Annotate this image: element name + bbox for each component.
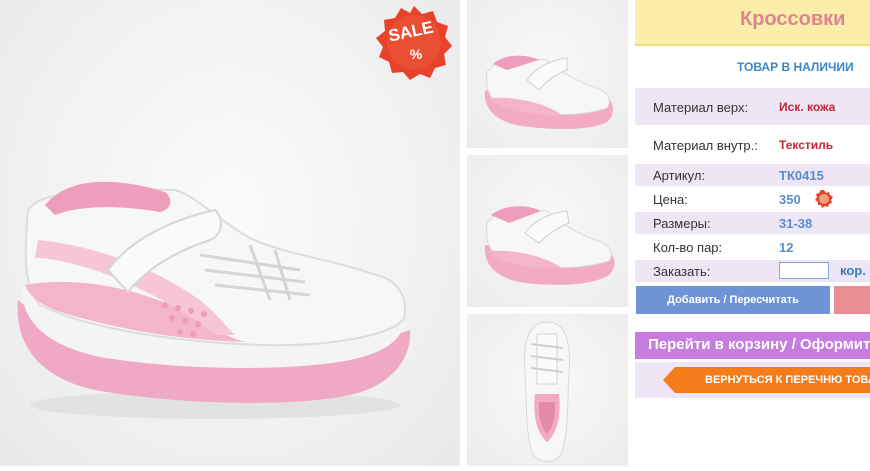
back-to-list-label: ВЕРНУТЬСЯ К ПЕРЕЧНЮ ТОВАРОВ: [705, 374, 870, 386]
param-row-article: Артикул: ТК0415: [635, 164, 870, 186]
order-quantity-input[interactable]: [779, 262, 829, 279]
param-label: Заказать:: [653, 264, 711, 279]
param-row-sizes: Размеры: 31-38: [635, 212, 870, 234]
product-title: Кроссовки: [740, 8, 846, 30]
checkout-button[interactable]: Перейти в корзину / Оформить: [635, 332, 870, 359]
secondary-button[interactable]: [834, 286, 870, 314]
param-label: Артикул:: [653, 168, 706, 183]
product-title-bar: Кроссовки: [635, 0, 870, 46]
param-row-price: Цена: 350: [635, 188, 870, 210]
thumbnail-3[interactable]: [467, 314, 628, 466]
param-value: 12: [779, 240, 794, 255]
sale-badge: SALE %: [376, 4, 452, 80]
thumbnail-image-angle: [484, 206, 615, 285]
thumbnail-1[interactable]: [467, 0, 628, 148]
checkout-label: Перейти в корзину / Оформить: [648, 336, 870, 353]
cart-link[interactable]: кор.: [840, 263, 866, 278]
param-value: 31-38: [779, 216, 813, 231]
thumbnail-image-top: [524, 321, 570, 462]
back-panel: ВЕРНУТЬСЯ К ПЕРЕЧНЮ ТОВАРОВ: [635, 362, 870, 398]
param-label: Кол-во пар:: [653, 240, 723, 255]
thumbnail-image-side: [484, 55, 614, 130]
param-label: Материал верх:: [653, 100, 749, 115]
param-value: ТК0415: [779, 168, 824, 183]
sale-percent-text: %: [410, 46, 423, 62]
add-recalculate-button[interactable]: Добавить / Пересчитать: [636, 286, 830, 314]
param-value: Иск. кожа: [779, 100, 836, 114]
param-label: Размеры:: [653, 216, 711, 231]
thumbnail-2[interactable]: [467, 155, 628, 307]
param-row-inner-material: Материал внутр.: Текстиль: [635, 128, 870, 162]
param-value: Текстиль: [779, 138, 834, 152]
param-row-order: Заказать:: [635, 260, 870, 282]
sale-mini-icon: [815, 190, 833, 208]
back-to-list-button[interactable]: ВЕРНУТЬСЯ К ПЕРЕЧНЮ ТОВАРОВ: [663, 367, 870, 393]
param-label: Материал внутр.:: [653, 138, 758, 153]
stock-status: ТОВАР В НАЛИЧИИ: [737, 60, 854, 74]
price-value: 350: [779, 192, 801, 207]
param-row-upper-material: Материал верх: Иск. кожа: [635, 88, 870, 125]
param-row-pairs: Кол-во пар: 12: [635, 236, 870, 258]
param-label: Цена:: [653, 192, 688, 207]
